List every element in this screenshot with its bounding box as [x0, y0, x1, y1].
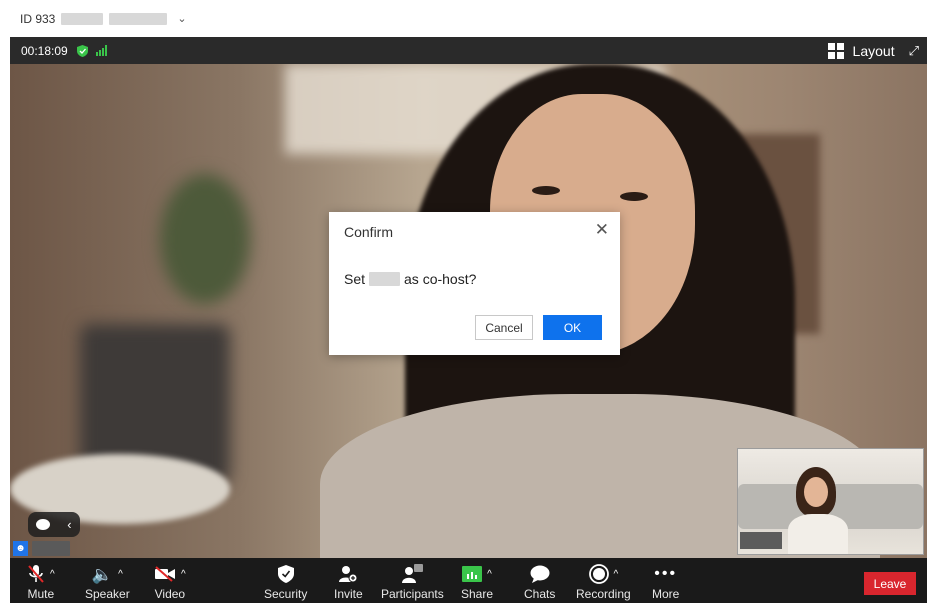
add-user-icon	[339, 566, 358, 583]
fullscreen-icon[interactable]: ⤢	[909, 43, 919, 59]
share-screen-icon	[462, 566, 483, 582]
redacted-id-part	[61, 12, 104, 25]
security-button[interactable]: Security	[264, 558, 307, 603]
dialog-message: Set as co-host?	[344, 271, 477, 287]
close-icon[interactable]: ✕	[595, 221, 609, 238]
meeting-id-dropdown[interactable]: ID 933 ⌄	[20, 12, 187, 26]
speaker-button[interactable]: 🔈 ^ Speaker	[85, 558, 130, 603]
layout-controls: Layout ⤢	[827, 42, 919, 59]
microphone-muted-icon	[28, 565, 44, 583]
redacted-participant-name	[369, 272, 401, 286]
video-off-icon	[155, 566, 175, 582]
chat-toggle-button[interactable]: ‹	[28, 512, 80, 537]
chevron-up-icon[interactable]: ^	[50, 569, 55, 580]
redacted-name	[32, 540, 70, 556]
window-title-bar: ID 933 ⌄	[0, 0, 927, 37]
meeting-timer: 00:18:09	[21, 43, 68, 58]
speaker-icon: 🔈	[91, 564, 114, 584]
video-button[interactable]: ^ Video	[154, 558, 186, 603]
dialog-title: Confirm	[344, 224, 394, 240]
meeting-window: 00:18:09 Layout ⤢ ‹ ☻ Confirm ✕ Set as c…	[10, 37, 927, 603]
recording-button[interactable]: ^ Recording	[576, 558, 631, 603]
chevron-down-icon[interactable]: ⌄	[177, 12, 186, 25]
share-button[interactable]: ^ Share	[461, 558, 493, 603]
chevron-left-icon: ‹	[67, 517, 72, 532]
chat-bubble-icon	[36, 519, 51, 530]
leave-button[interactable]: Leave	[864, 572, 916, 595]
encryption-shield-icon[interactable]	[76, 44, 88, 57]
security-shield-icon	[277, 565, 294, 583]
chevron-up-icon[interactable]: ^	[118, 569, 123, 580]
redacted-thumbnail-name	[740, 532, 782, 549]
self-view-thumbnail[interactable]	[737, 448, 924, 555]
chats-button[interactable]: Chats	[524, 558, 555, 603]
chevron-up-icon[interactable]: ^	[614, 569, 619, 580]
mute-button[interactable]: ^ Mute	[27, 558, 55, 603]
participants-button[interactable]: Participants	[381, 558, 444, 603]
more-dots-icon: •••	[654, 565, 678, 582]
participants-icon	[402, 564, 424, 583]
chevron-up-icon[interactable]: ^	[181, 569, 186, 580]
layout-grid-icon[interactable]	[827, 42, 844, 59]
meeting-top-bar: 00:18:09 Layout ⤢	[10, 37, 927, 64]
cancel-button[interactable]: Cancel	[475, 315, 533, 340]
redacted-id-part	[109, 12, 168, 25]
chevron-up-icon[interactable]: ^	[487, 569, 492, 580]
self-name-tag: ☻	[13, 539, 70, 557]
more-button[interactable]: ••• More	[652, 558, 679, 603]
meeting-id-label: ID 933	[20, 11, 56, 26]
layout-button[interactable]: Layout	[853, 43, 895, 59]
background-plant	[160, 174, 250, 304]
chat-icon	[530, 565, 550, 583]
invite-button[interactable]: Invite	[334, 558, 363, 603]
record-icon	[588, 564, 609, 584]
signal-strength-icon[interactable]	[95, 45, 107, 56]
ok-button[interactable]: OK	[543, 315, 602, 340]
meeting-toolbar: ^ Mute 🔈 ^ Speaker ^ Video Security Invi…	[10, 558, 927, 603]
confirm-dialog: Confirm ✕ Set as co-host? Cancel OK	[329, 212, 620, 355]
user-icon: ☻	[13, 540, 28, 556]
